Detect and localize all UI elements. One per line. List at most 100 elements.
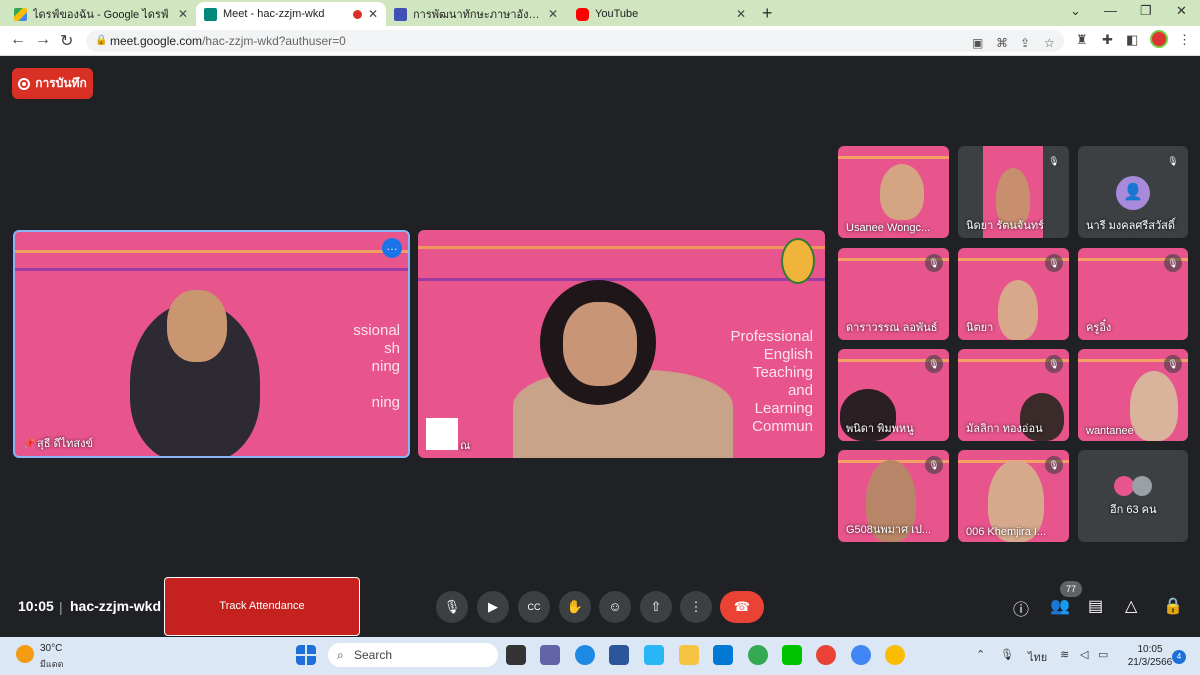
pin-icon[interactable]: 📌 [23, 439, 35, 450]
volume-icon[interactable]: ◁ [1080, 648, 1088, 661]
mic-off-icon: 🎙 [925, 355, 943, 373]
sidebar-icon[interactable]: ◧ [1126, 32, 1138, 48]
track-attendance-button[interactable]: Track Attendance [164, 577, 360, 636]
camera-button[interactable]: ▶ [477, 591, 509, 623]
end-call-button[interactable]: ☎ [720, 591, 764, 623]
people-count-badge: 77 [1060, 581, 1082, 597]
close-window-button[interactable]: ✕ [1176, 3, 1187, 19]
edge-icon[interactable] [575, 645, 595, 665]
notification-badge[interactable]: 4 [1172, 650, 1186, 664]
emoji-button[interactable]: ☺ [599, 591, 631, 623]
close-icon[interactable]: ✕ [736, 7, 746, 21]
windows-start-icon[interactable] [296, 645, 316, 665]
captions-button[interactable]: CC [518, 591, 550, 623]
host-controls-icon[interactable]: 🔒 [1163, 596, 1183, 616]
taskbar-search[interactable]: ⌕ Search [328, 643, 498, 667]
avatar [1132, 476, 1152, 496]
back-button[interactable]: ← [10, 31, 26, 49]
participant-tile[interactable]: 🎙 มัลลิกา ทองอ่อน [958, 349, 1069, 441]
tab-meet[interactable]: Meet - hac-zzjm-wkd ✕ [196, 2, 386, 26]
translate-icon[interactable]: ⌘ [996, 32, 1008, 54]
weather-temp: 30°C [40, 643, 63, 654]
line-icon[interactable] [782, 645, 802, 665]
microphone-button[interactable]: 🎙 [436, 591, 468, 623]
l-app-icon[interactable] [644, 645, 664, 665]
chevron-down-icon[interactable]: ⌄ [1070, 3, 1081, 19]
activities-icon[interactable]: △ [1125, 596, 1137, 616]
main-video-tile[interactable]: ssional sh ning ning … สุธี ดีไทสงข์ 📌 [13, 230, 410, 458]
participant-tile[interactable]: 🎙 พนิดา พิมพหนู [838, 349, 949, 441]
extension-icon[interactable]: ♜ [1076, 32, 1088, 48]
participant-tile[interactable]: 🎙 ดาราวรรณ ลอพันธ์ [838, 248, 949, 340]
wifi-icon[interactable]: ≋ [1060, 648, 1069, 661]
new-tab-button[interactable]: + [762, 3, 773, 24]
word-icon[interactable] [609, 645, 629, 665]
puzzle-icon[interactable]: ✚ [1102, 32, 1113, 48]
close-icon[interactable]: ✕ [178, 7, 188, 21]
camera-icon[interactable]: ▣ [972, 32, 983, 54]
microphone-icon[interactable]: 🎙 [1000, 648, 1014, 661]
battery-icon[interactable]: ▭ [1098, 648, 1108, 661]
present-screen-button[interactable]: ⇧ [640, 591, 672, 623]
participant-tile[interactable]: 🎙 นิดยา รัตนจันทร์ [958, 146, 1069, 238]
more-participants-tile[interactable]: อีก 63 คน [1078, 450, 1188, 542]
chat-icon[interactable]: ▤ [1088, 596, 1103, 616]
search-icon: ⌕ [337, 648, 344, 662]
people-icon[interactable]: 👥 [1050, 596, 1070, 616]
google-drive-icon [14, 7, 27, 21]
participant-tile[interactable]: 🎙 wantanee [1078, 349, 1188, 441]
slide-text: Professional English Teaching and Learni… [730, 328, 813, 435]
participant-tile[interactable]: Usanee Wongc... [838, 146, 949, 238]
chrome-icon[interactable] [748, 645, 768, 665]
forward-button[interactable]: → [35, 31, 51, 49]
chrome-profile-icon[interactable] [851, 645, 871, 665]
mic-off-icon: 🎙 [1045, 254, 1063, 272]
cefr-logo [426, 418, 458, 450]
presenter-video-tile[interactable]: Professional English Teaching and Learni… [418, 230, 825, 458]
maximize-button[interactable]: ❐ [1140, 3, 1152, 19]
tab-google-drive[interactable]: ไดรฟ์ของฉัน - Google ไดรฟ์ ✕ [6, 2, 196, 26]
participant-tile[interactable]: 🎙 นิตยา [958, 248, 1069, 340]
tab-english-form[interactable]: การพัฒนาทักษะภาษาอังกฤษ English ✕ [386, 2, 566, 26]
menu-icon[interactable]: ⋮ [1178, 32, 1191, 48]
lock-icon: 🔒 [95, 35, 108, 46]
url-input[interactable]: 🔒 meet.google.com/hac-zzjm-wkd?authuser=… [86, 30, 1064, 52]
profile-avatar[interactable] [1150, 30, 1168, 48]
bookmark-star-icon[interactable]: ☆ [1044, 32, 1055, 54]
mail-icon[interactable] [713, 645, 733, 665]
chrome-profile-icon[interactable] [885, 645, 905, 665]
close-icon[interactable]: ✕ [368, 7, 378, 21]
sun-icon[interactable] [16, 645, 34, 663]
browser-tab-bar: ไดรฟ์ของฉัน - Google ไดรฟ์ ✕ Meet - hac-… [0, 0, 1200, 26]
chevron-up-icon[interactable]: ⌃ [976, 648, 985, 661]
participant-tile[interactable]: 🎙 006 Khemjira I... [958, 450, 1069, 542]
google-meet-icon [204, 7, 217, 21]
system-clock[interactable]: 10:05 21/3/2566 [1125, 643, 1175, 669]
address-bar: ← → ↻ 🔒 meet.google.com/hac-zzjm-wkd?aut… [0, 26, 1200, 56]
share-icon[interactable]: ⇪ [1020, 32, 1030, 54]
weather-condition: มีแดด [40, 659, 64, 669]
tab-youtube[interactable]: YouTube ✕ [568, 2, 754, 26]
more-options-button[interactable]: ⋮ [680, 591, 712, 623]
raise-hand-button[interactable]: ✋ [559, 591, 591, 623]
mic-off-icon: 🎙 [1045, 456, 1063, 474]
participant-tile[interactable]: 👤 🎙 นารี มงคลศรีสวัสดิ์ [1078, 146, 1188, 238]
mic-off-icon: 🎙 [1164, 254, 1182, 272]
info-icon[interactable]: ⓘ [1013, 596, 1029, 620]
task-view-icon[interactable] [506, 645, 526, 665]
more-options-button[interactable]: … [382, 238, 402, 258]
folder-icon[interactable] [679, 645, 699, 665]
reload-button[interactable]: ↻ [60, 31, 73, 51]
close-icon[interactable]: ✕ [548, 7, 558, 21]
language-indicator[interactable]: ไทย [1028, 648, 1047, 666]
minimize-button[interactable]: — [1104, 3, 1117, 18]
windows-taskbar: 30°C มีแดด ⌕ Search ⌃ 🎙 ไทย ≋ ◁ ▭ 10:05 … [0, 637, 1200, 675]
teams-icon[interactable] [540, 645, 560, 665]
recording-indicator[interactable]: การบันทึก [12, 68, 93, 99]
avatar [1114, 476, 1134, 496]
mic-off-icon: 🎙 [1164, 355, 1182, 373]
participant-tile[interactable]: 🎙 G508นพมาศ เป... [838, 450, 949, 542]
chrome-profile-icon[interactable] [816, 645, 836, 665]
participant-tile[interactable]: 🎙 ครูอิ๋ง [1078, 248, 1188, 340]
record-icon [18, 77, 31, 90]
